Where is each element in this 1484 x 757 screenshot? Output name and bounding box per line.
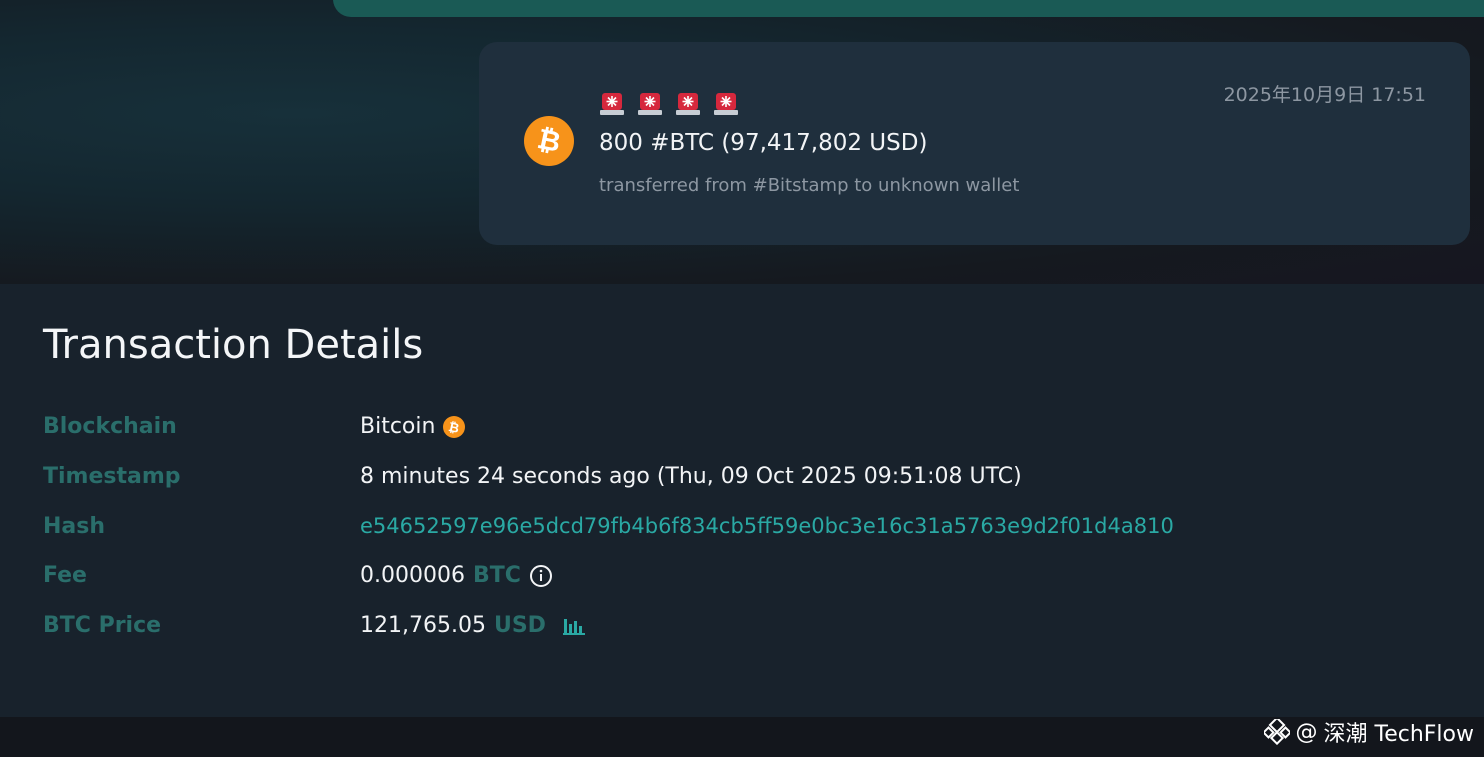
alert-timestamp: 2025年10月9日 17:51 — [1223, 84, 1426, 106]
alert-description: transferred from #Bitstamp to unknown wa… — [599, 175, 1020, 196]
footer-strip: @ 深潮 TechFlow — [0, 717, 1484, 757]
fee-amount: 0.000006 — [360, 563, 465, 588]
diamond-logo-icon — [1263, 719, 1290, 745]
watermark-text: 深潮 TechFlow — [1323, 722, 1475, 747]
watermark-at: @ — [1295, 719, 1318, 745]
previous-alert-bar — [333, 0, 1484, 17]
timestamp-value: 8 minutes 24 seconds ago (Thu, 09 Oct 20… — [360, 464, 1022, 489]
fee-label: Fee — [43, 563, 87, 588]
alert-amount: 800 #BTC (97,417,802 USD) — [599, 130, 928, 156]
blockchain-name: Bitcoin — [360, 414, 436, 439]
transaction-details-panel: Transaction Details Blockchain Bitcoin ₿… — [0, 284, 1484, 717]
timestamp-label: Timestamp — [43, 464, 181, 489]
info-icon[interactable] — [529, 564, 553, 588]
watermark: @ 深潮 TechFlow — [1263, 717, 1475, 747]
blockchain-label: Blockchain — [43, 414, 177, 439]
detail-row-timestamp: Timestamp 8 minutes 24 seconds ago (Thu,… — [43, 464, 1443, 494]
detail-row-blockchain: Blockchain Bitcoin ₿ — [43, 414, 1443, 444]
whale-alert-card[interactable]: ₿ 2025年10月9日 17:51 800 #BTC (97,417,802 … — [479, 42, 1470, 245]
alert-hero: ₿ 2025年10月9日 17:51 800 #BTC (97,417,802 … — [0, 0, 1484, 284]
btc-price-value: 121,765.05 USD — [360, 613, 588, 638]
bitcoin-icon: ₿ — [524, 116, 574, 166]
rotating-light-icon — [676, 93, 700, 115]
blockchain-value: Bitcoin ₿ — [360, 414, 466, 439]
btc-price-unit: USD — [493, 613, 546, 638]
bar-chart-icon[interactable] — [562, 615, 588, 637]
hash-link[interactable]: e54652597e96e5dcd79fb4b6f834cb5ff59e0bc3… — [360, 514, 1174, 538]
btc-price-label: BTC Price — [43, 613, 162, 638]
fee-unit: BTC — [472, 563, 521, 588]
page-title: Transaction Details — [43, 322, 424, 368]
rotating-light-icon — [600, 93, 624, 115]
hash-label: Hash — [43, 514, 106, 539]
bitcoin-icon: ₿ — [443, 415, 466, 438]
detail-row-btc-price: BTC Price 121,765.05 USD — [43, 613, 1443, 643]
siren-row — [599, 90, 739, 116]
detail-row-fee: Fee 0.000006 BTC — [43, 563, 1443, 593]
fee-value: 0.000006 BTC — [360, 563, 553, 588]
rotating-light-icon — [714, 93, 738, 115]
rotating-light-icon — [638, 93, 662, 115]
btc-price-amount: 121,765.05 — [360, 613, 486, 638]
detail-row-hash: Hash e54652597e96e5dcd79fb4b6f834cb5ff59… — [43, 514, 1443, 544]
